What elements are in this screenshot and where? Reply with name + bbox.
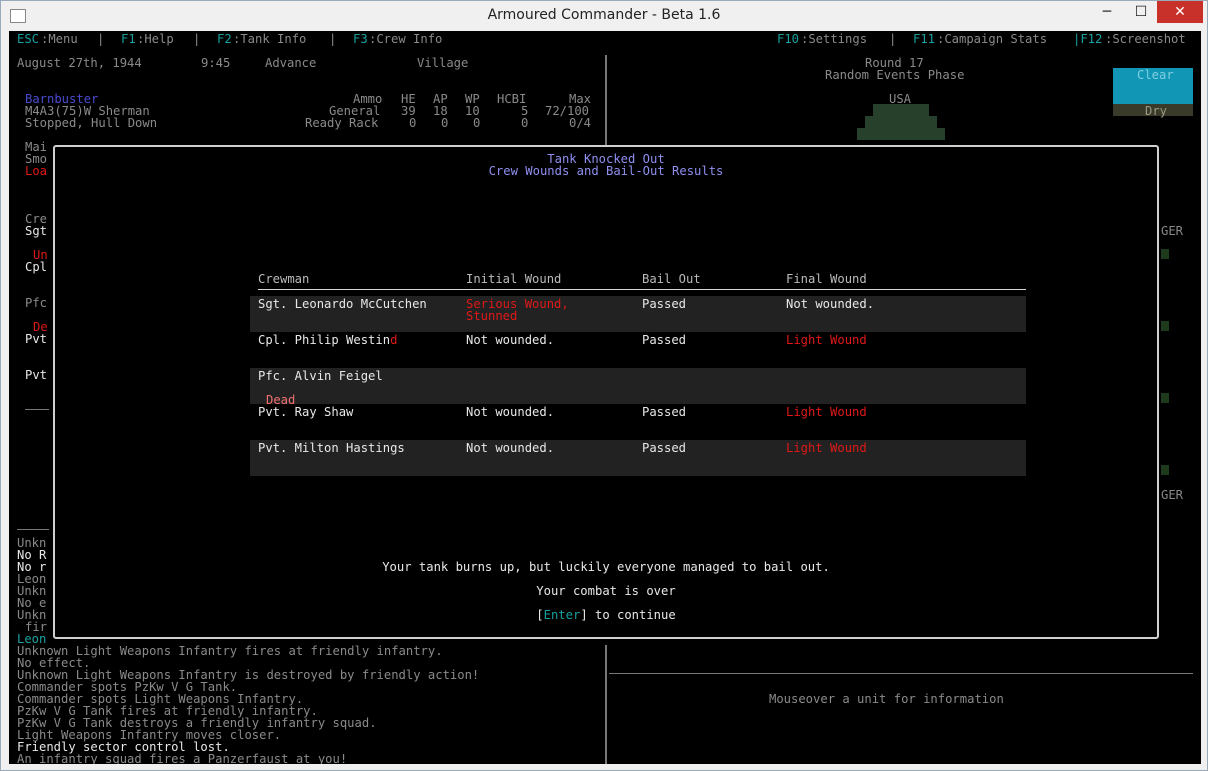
- ready-wp: 0: [473, 116, 481, 130]
- campaign-stats-label[interactable]: :Campaign Stats: [937, 33, 1047, 45]
- ready-he: 0: [409, 116, 417, 130]
- f1-key[interactable]: F1: [121, 33, 136, 45]
- area-type: Village: [417, 56, 469, 70]
- left-fragment: Sgt: [25, 224, 48, 238]
- ready-max: 0/4: [569, 116, 592, 130]
- crew-name: Sgt. Leonardo McCutchen: [258, 297, 427, 311]
- divider: [17, 529, 49, 530]
- action: Advance: [265, 56, 317, 70]
- crew-row: Pfc. Alvin Feigel Dead: [250, 368, 1026, 406]
- bracket: [: [536, 608, 544, 622]
- header-initial-wound: Initial Wound: [466, 272, 562, 286]
- dialog-subtitle: Crew Wounds and Bail-Out Results: [488, 164, 724, 178]
- panel-divider: [605, 55, 607, 147]
- tank-info-label[interactable]: :Tank Info: [233, 33, 306, 45]
- bail-out-message: Your tank burns up, but luckily everyone…: [382, 560, 830, 574]
- date: August 27th, 1944: [17, 56, 142, 70]
- panel-divider: [605, 645, 607, 764]
- final-wound: Light Wound: [786, 441, 867, 455]
- knocked-out-dialog: Tank Knocked Out Crew Wounds and Bail-Ou…: [53, 145, 1159, 639]
- combat-over-message: Your combat is over: [536, 584, 676, 598]
- header-crewman: Crewman: [258, 272, 310, 286]
- f10-key[interactable]: F10: [777, 33, 799, 45]
- left-fragment: Pvt: [25, 332, 48, 346]
- window-title: Armoured Commander - Beta 1.6: [487, 7, 721, 23]
- initial-wound: Not wounded.: [466, 405, 555, 419]
- divider: [609, 673, 1193, 674]
- settings-label[interactable]: :Settings: [801, 33, 867, 45]
- crew-row: Sgt. Leonardo McCutchen Serious Wound, S…: [250, 296, 1026, 332]
- ground-label: Dry: [1145, 104, 1168, 118]
- crew-row: Pvt. Ray Shaw Not wounded. Passed Light …: [250, 404, 1026, 440]
- left-fragment: Loa: [25, 164, 48, 178]
- ger-label: GER: [1161, 488, 1184, 502]
- enemy-marker: [1161, 249, 1169, 259]
- bail-out-result: Passed: [642, 297, 687, 311]
- maximize-button[interactable]: ☐: [1125, 1, 1157, 23]
- f3-key[interactable]: F3: [353, 33, 368, 45]
- header-divider: [258, 289, 1026, 290]
- tank-state: Stopped, Hull Down: [25, 116, 158, 130]
- crew-name: Cpl. Philip Westin: [258, 333, 391, 347]
- f12-key[interactable]: |F12: [1073, 33, 1102, 45]
- enter-key[interactable]: Enter: [544, 608, 581, 622]
- final-wound: Light Wound: [786, 333, 867, 347]
- header-final-wound: Final Wound: [786, 272, 867, 286]
- crew-row: Cpl. Philip Westind Not wounded. Passed …: [250, 332, 1026, 368]
- enemy-marker: [1161, 465, 1169, 475]
- crew-name: Pfc. Alvin Feigel: [258, 369, 383, 383]
- continue-prompt[interactable]: [Enter] to continue: [55, 609, 1157, 621]
- player-tank-icon: [873, 104, 929, 116]
- final-wound: Light Wound: [786, 405, 867, 419]
- crew-name: Pvt. Milton Hastings: [258, 441, 405, 455]
- enemy-marker: [1161, 321, 1169, 331]
- enemy-marker: [1161, 393, 1169, 403]
- menu-label[interactable]: :Menu: [41, 33, 78, 45]
- crew-name: Pvt. Ray Shaw: [258, 405, 354, 419]
- player-tank-icon: [865, 116, 937, 128]
- divider: [25, 409, 49, 410]
- screenshot-label[interactable]: :Screenshot: [1105, 33, 1186, 45]
- ready-hcbi: 0: [521, 116, 529, 130]
- game-window: Armoured Commander - Beta 1.6 ─ ☐ ✕ ESC …: [0, 0, 1208, 771]
- sky-label: Clear: [1137, 68, 1174, 82]
- time: 9:45: [201, 56, 231, 70]
- final-wound: Not wounded.: [786, 297, 875, 311]
- initial-wound-extra: Stunned: [466, 309, 518, 323]
- crew-name-tail: d: [390, 333, 398, 347]
- ready-ap: 0: [441, 116, 449, 130]
- esc-key[interactable]: ESC: [17, 33, 39, 45]
- phase-label: Random Events Phase: [825, 68, 965, 82]
- left-fragment: Pfc: [25, 296, 48, 310]
- f11-key[interactable]: F11: [913, 33, 935, 45]
- left-fragment: Pvt: [25, 368, 48, 382]
- f2-key[interactable]: F2: [217, 33, 232, 45]
- menu-separator: |: [329, 32, 337, 46]
- menu-separator: |: [97, 32, 105, 46]
- game-screen: ESC :Menu | F1 :Help | F2 :Tank Info | F…: [9, 31, 1201, 764]
- initial-wound: Not wounded.: [466, 441, 555, 455]
- title-bar: Armoured Commander - Beta 1.6 ─ ☐ ✕: [1, 1, 1207, 31]
- bail-out-result: Passed: [642, 333, 687, 347]
- ger-label: GER: [1161, 224, 1184, 238]
- bail-out-result: Passed: [642, 405, 687, 419]
- player-tank-icon: [857, 128, 945, 140]
- close-button[interactable]: ✕: [1157, 1, 1203, 23]
- log-line: An infantry squad fires a Panzerfaust at…: [17, 752, 348, 764]
- menu-separator: |: [193, 32, 201, 46]
- initial-wound: Not wounded.: [466, 333, 555, 347]
- ready-rack-label: Ready Rack: [305, 116, 379, 130]
- help-label[interactable]: :Help: [137, 33, 174, 45]
- minimize-button[interactable]: ─: [1091, 1, 1123, 23]
- bail-out-result: Passed: [642, 441, 687, 455]
- left-fragment: Cpl: [25, 260, 48, 274]
- continue-label: ] to continue: [580, 608, 676, 622]
- info-hint: Mouseover a unit for information: [769, 692, 1004, 706]
- crew-info-label[interactable]: :Crew Info: [369, 33, 442, 45]
- menu-separator: |: [889, 32, 897, 46]
- crew-row: Pvt. Milton Hastings Not wounded. Passed…: [250, 440, 1026, 476]
- header-bail-out: Bail Out: [642, 272, 701, 286]
